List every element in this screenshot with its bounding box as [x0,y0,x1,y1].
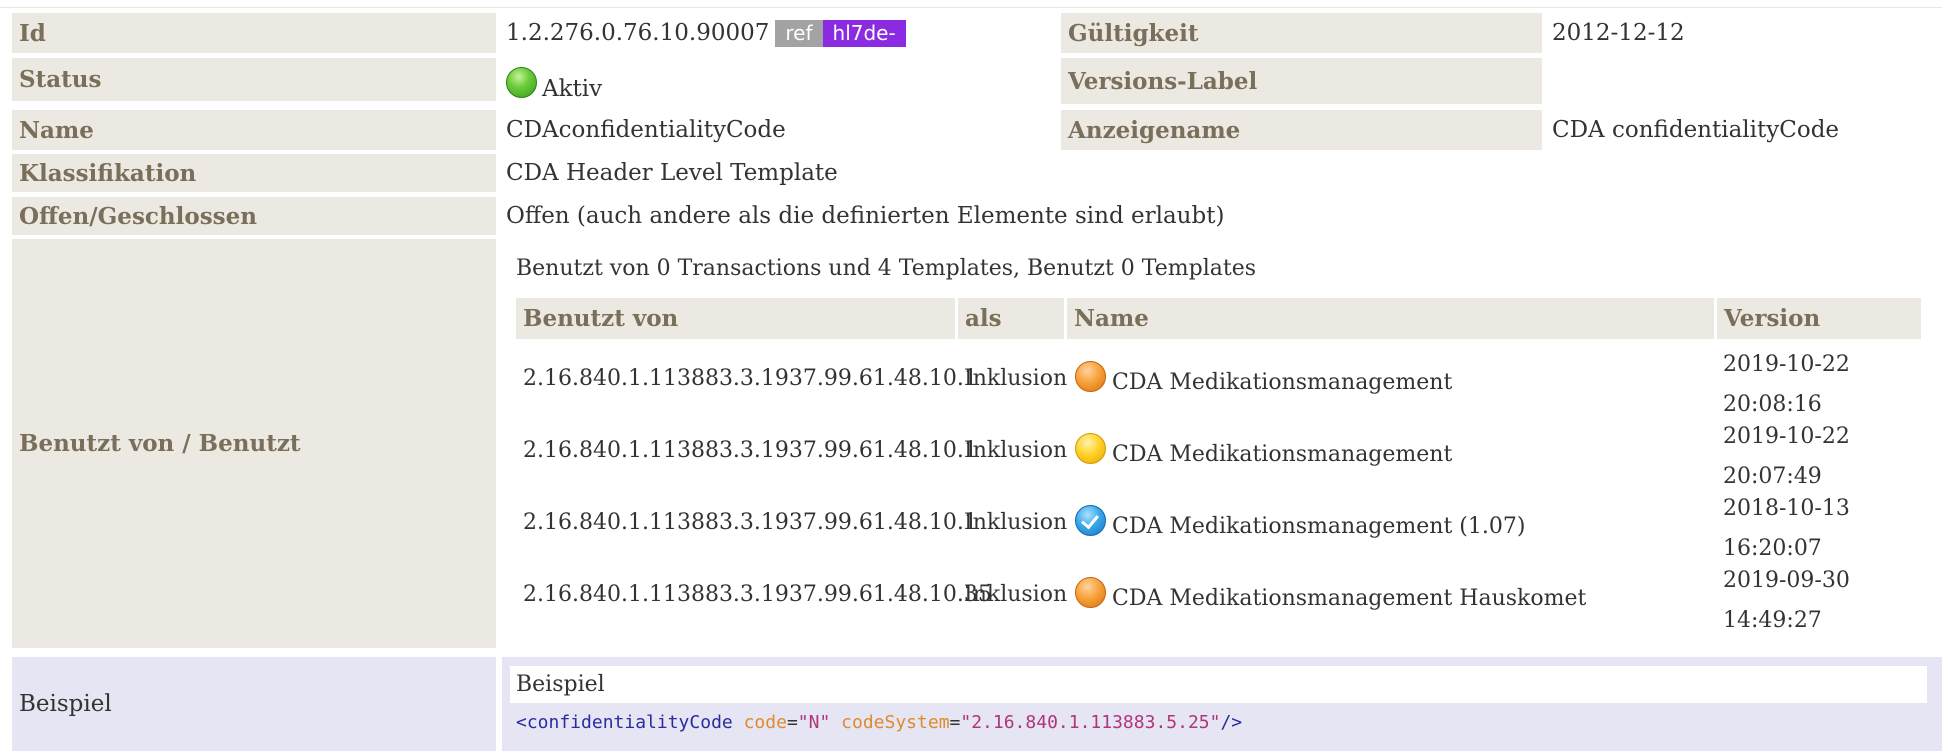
code-value-code: "N" [797,712,831,733]
name-value: CDAconfidentialityCode [506,117,786,143]
id-value-cell: 1.2.276.0.76.10.90007 ref hl7de- [505,13,906,53]
code-tag-close: /> [1220,712,1243,733]
ref-badge: ref [775,19,823,47]
gueltigkeit-value: 2012-12-12 [1552,20,1685,46]
active-status-icon [506,67,537,98]
usage-summary: Benutzt von 0 Transactions und 4 Templat… [516,256,1257,281]
usage-row-1-version: 2019-10-22 20:08:16 [1723,352,1850,418]
id-value: 1.2.276.0.76.10.90007 [506,20,770,46]
col-header-version: Version [1717,298,1921,339]
col-header-als: als [958,298,1064,339]
anzeigename-value: CDA confidentialityCode [1552,117,1840,143]
usage-row-1-id[interactable]: 2.16.840.1.113883.3.1937.99.61.48.10.1 [523,366,978,391]
version-date: 2018-10-13 [1723,496,1850,521]
top-divider [0,7,1942,8]
usage-row-3-name-cell: CDA Medikationsmanagement (1.07) [1075,502,1525,539]
usage-row-3-id[interactable]: 2.16.840.1.113883.3.1937.99.61.48.10.1 [523,510,978,535]
example-label: Beispiel [12,657,496,751]
usage-row-1-name[interactable]: CDA Medikationsmanagement [1112,358,1452,395]
offen-label: Offen/Geschlossen [12,197,496,235]
version-time: 20:07:49 [1723,464,1822,489]
usage-row-2-als: Inklusion [964,438,1068,463]
offen-value: Offen (auch andere als die definierten E… [506,203,1225,229]
usage-row-4-version: 2019-09-30 14:49:27 [1723,568,1850,634]
status-value: Aktiv [542,76,603,102]
versions-value [1551,58,1552,104]
anzeigename-label: Anzeigename [1061,110,1542,150]
id-label: Id [12,13,496,53]
code-value-codesystem: "2.16.840.1.113883.5.25" [960,712,1221,733]
klassifikation-label: Klassifikation [12,154,496,192]
yellow-status-icon [1075,433,1106,464]
version-time: 14:49:27 [1723,608,1822,633]
usage-row-1-name-cell: CDA Medikationsmanagement [1075,358,1452,395]
col-header-benutzt-von: Benutzt von [516,298,955,339]
usage-row-3-version: 2018-10-13 16:20:07 [1723,496,1850,562]
name-label: Name [12,110,496,150]
usage-label: Benutzt von / Benutzt [12,239,496,648]
code-eq-1: = [786,712,798,733]
version-date: 2019-09-30 [1723,568,1850,593]
code-eq-2: = [949,712,961,733]
blue-check-icon [1075,505,1106,536]
usage-row-2-name-cell: CDA Medikationsmanagement [1075,430,1452,467]
code-tag-open: <confidentialityCode [516,712,733,733]
orange-status-icon [1075,577,1106,608]
usage-row-2-version: 2019-10-22 20:07:49 [1723,424,1850,490]
version-date: 2019-10-22 [1723,352,1850,377]
version-time: 20:08:16 [1723,392,1822,417]
col-header-name: Name [1067,298,1714,339]
example-title: Beispiel [510,666,1927,703]
usage-row-2-name[interactable]: CDA Medikationsmanagement [1112,430,1452,467]
status-value-cell: Aktiv [505,58,602,104]
usage-row-4-name[interactable]: CDA Medikationsmanagement Hauskomet [1112,574,1586,611]
usage-row-3-als: Inklusion [964,510,1068,535]
example-code: <confidentialityCode code="N" codeSystem… [516,712,1242,733]
version-time: 16:20:07 [1723,536,1822,561]
code-attr-codesystem: codeSystem [841,712,950,733]
usage-row-1-als: Inklusion [964,366,1068,391]
status-label: Status [12,58,496,101]
klassifikation-value: CDA Header Level Template [506,160,838,186]
gueltigkeit-label: Gültigkeit [1061,13,1542,53]
usage-row-4-als: Inklusion [964,582,1068,607]
usage-row-3-name[interactable]: CDA Medikationsmanagement (1.07) [1112,502,1525,539]
usage-row-4-id[interactable]: 2.16.840.1.113883.3.1937.99.61.48.10.35 [523,582,992,607]
usage-row-4-name-cell: CDA Medikationsmanagement Hauskomet [1075,574,1586,611]
usage-row-2-id[interactable]: 2.16.840.1.113883.3.1937.99.61.48.10.1 [523,438,978,463]
code-attr-code: code [743,712,787,733]
prefix-badge: hl7de- [822,19,906,47]
versions-label: Versions-Label [1061,58,1542,104]
version-date: 2019-10-22 [1723,424,1850,449]
orange-status-icon [1075,361,1106,392]
